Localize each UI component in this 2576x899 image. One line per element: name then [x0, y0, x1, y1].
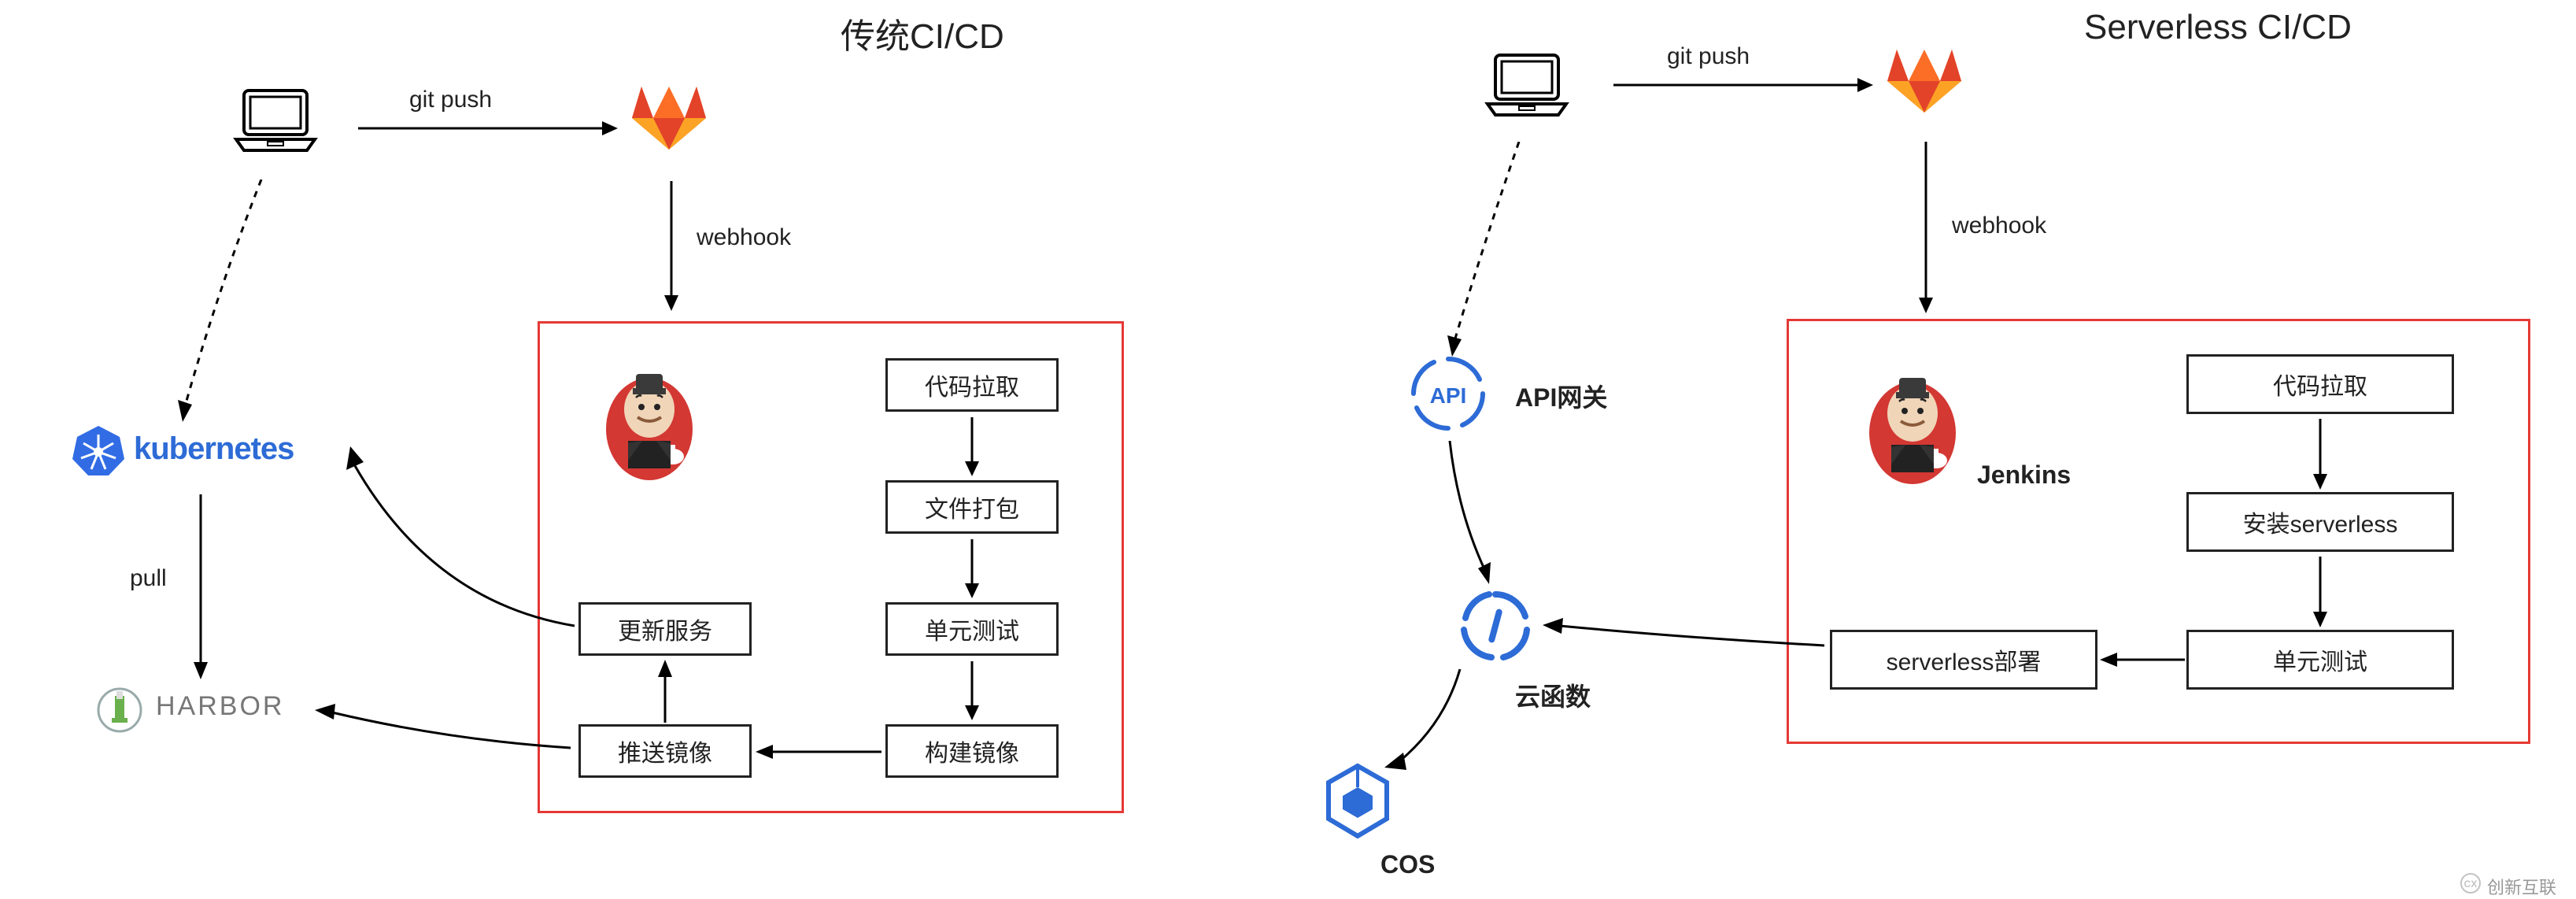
step-update-service: 更新服务 [578, 602, 752, 656]
step-serverless-deploy: serverless部署 [1830, 630, 2097, 690]
pull-arrow [189, 494, 213, 683]
jenkins-label: Jenkins [1977, 461, 2071, 490]
laptop-icon-right [1480, 47, 1574, 130]
watermark-text: 创新互联 [2487, 874, 2556, 899]
git-push-arrow [358, 117, 618, 144]
left-title: 传统CI/CD [841, 8, 1004, 58]
cloud-function-icon [1456, 586, 1535, 669]
step-push-image: 推送镜像 [578, 724, 752, 778]
left-arrow-build-to-push [756, 742, 881, 766]
api-gateway-icon: API [1409, 354, 1488, 437]
webhook-arrow-right [1914, 142, 1938, 317]
svg-text:API: API [1430, 383, 1467, 408]
webhook-label: webhook [697, 224, 791, 251]
dotted-arrow-laptop-api [1440, 142, 1535, 362]
down-arrow-3 [962, 661, 982, 724]
svg-text:CX: CX [2464, 879, 2478, 890]
git-push-label-right: git push [1667, 43, 1750, 70]
api-gateway-label: API网关 [1515, 378, 1607, 414]
harbor-icon [96, 686, 143, 738]
cos-label: COS [1380, 850, 1435, 879]
step-install-serverless: 安装serverless [2186, 492, 2454, 552]
step-code-pull: 代码拉取 [885, 358, 1059, 412]
arrow-func-to-cos [1381, 669, 1468, 783]
webhook-label-right: webhook [1952, 213, 2046, 239]
git-push-label: git push [409, 87, 492, 113]
step-build-image: 构建镜像 [885, 724, 1059, 778]
kubernetes-icon [71, 424, 126, 483]
left-arrow-unit-to-deploy [2100, 649, 2185, 674]
down-arrow-r1 [2310, 419, 2330, 494]
git-push-arrow-right [1613, 73, 1873, 101]
pull-label: pull [130, 565, 167, 592]
step-unit-test: 单元测试 [885, 602, 1059, 656]
step-file-pack: 文件打包 [885, 480, 1059, 534]
arrow-api-to-func [1442, 441, 1505, 590]
step-code-pull-right: 代码拉取 [2186, 354, 2454, 414]
gitlab-icon [626, 75, 712, 157]
harbor-label: HARBOR [156, 691, 284, 722]
down-arrow-2 [962, 539, 982, 602]
arrow-deploy-to-func [1543, 618, 1826, 653]
step-unit-test-right: 单元测试 [2186, 630, 2454, 690]
down-arrow-r2 [2310, 557, 2330, 631]
down-arrow-1 [962, 417, 982, 480]
cos-icon [1322, 762, 1393, 845]
kubernetes-label: kubernetes [134, 431, 294, 467]
watermark-icon: CX [2460, 872, 2482, 898]
laptop-icon [228, 83, 323, 165]
arrow-update-to-k8s [338, 445, 578, 638]
arrow-push-to-harbor [315, 701, 575, 760]
webhook-arrow [660, 181, 683, 315]
up-arrow-push-to-update [655, 660, 675, 727]
jenkins-icon-right [1861, 370, 1964, 492]
jenkins-icon [598, 366, 700, 488]
cloud-function-label: 云函数 [1515, 677, 1591, 713]
gitlab-icon-right [1881, 38, 1968, 120]
dotted-arrow-laptop-k8s [171, 179, 281, 427]
right-title: Serverless CI/CD [2084, 8, 2352, 47]
